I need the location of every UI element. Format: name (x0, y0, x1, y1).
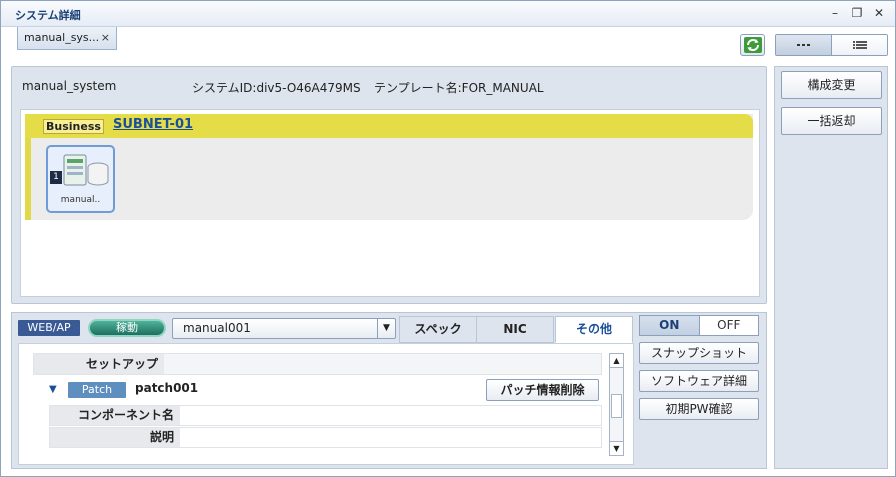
tab-spec[interactable]: スペック (399, 316, 477, 343)
subnet-header: Business SUBNET-01 (25, 114, 753, 138)
system-id: システムID:div5-O46A479MS (192, 81, 361, 95)
subnet-area: Business SUBNET-01 1 manual.. (25, 114, 753, 220)
power-toggle: ON OFF (639, 315, 759, 336)
patch-name: patch001 (135, 381, 199, 395)
software-detail-button[interactable]: ソフトウェア詳細 (639, 370, 759, 392)
component-label: コンポーネント名 (50, 406, 180, 425)
config-change-button[interactable]: 構成変更 (781, 71, 882, 99)
server-node[interactable]: 1 manual.. (46, 145, 115, 213)
list-view-button[interactable] (832, 35, 887, 55)
bulk-return-button[interactable]: 一括返却 (781, 107, 882, 135)
patch-badge: Patch (68, 382, 126, 398)
dots-view-button[interactable] (776, 35, 832, 55)
delete-patch-button[interactable]: パッチ情報削除 (486, 379, 599, 401)
power-off-button[interactable]: OFF (699, 316, 758, 335)
list-view-icon (852, 41, 867, 49)
scroll-thumb[interactable] (611, 394, 622, 418)
description-row: 説明 (49, 427, 602, 448)
snapshot-button[interactable]: スナップショット (639, 342, 759, 364)
power-on-button[interactable]: ON (640, 316, 700, 335)
vm-select-value: manual001 (183, 321, 251, 335)
scroll-down-icon[interactable]: ▼ (610, 441, 623, 455)
initial-pw-button[interactable]: 初期PW確認 (639, 398, 759, 420)
side-action-panel: 構成変更 一括返却 (774, 66, 888, 469)
server-number: 1 (50, 171, 62, 184)
server-label: manual.. (60, 195, 101, 205)
server-detail-panel: WEB/AP 稼動 manual001 ▼ スペック NIC その他 セットアッ… (11, 312, 767, 469)
server-icon (63, 154, 109, 186)
window-controls: – ❐ ✕ (827, 5, 887, 21)
tab-close-icon[interactable]: × (101, 31, 110, 45)
refresh-icon (744, 37, 762, 53)
vertical-scrollbar[interactable]: ▲ ▼ (609, 353, 624, 456)
window-title: システム詳細 (15, 9, 81, 22)
dots-view-icon (796, 44, 810, 46)
role-badge: WEB/AP (18, 320, 80, 336)
setup-row: セットアップ (33, 353, 602, 375)
close-icon[interactable]: ✕ (871, 5, 887, 21)
title-bar: システム詳細 – ❐ ✕ (1, 1, 895, 27)
system-detail-window: システム詳細 – ❐ ✕ manual_sys... × manual_syst… (0, 0, 896, 477)
tab-nic[interactable]: NIC (476, 316, 554, 343)
other-tab-content: セットアップ ▼ Patch patch001 パッチ情報削除 コンポーネント名… (18, 343, 634, 465)
view-toggle (775, 34, 888, 56)
collapse-triangle-icon[interactable]: ▼ (49, 384, 57, 395)
scroll-up-icon[interactable]: ▲ (610, 354, 623, 368)
status-badge: 稼動 (88, 319, 166, 337)
tab-manual-system[interactable]: manual_sys... × (17, 27, 117, 50)
business-badge: Business (43, 119, 104, 134)
minimize-icon[interactable]: – (827, 5, 843, 21)
template-name: テンプレート名:FOR_MANUAL (374, 81, 544, 95)
setup-label: セットアップ (34, 354, 164, 374)
refresh-button[interactable] (740, 34, 765, 56)
description-label: 説明 (50, 428, 180, 447)
chevron-down-icon[interactable]: ▼ (377, 319, 395, 338)
system-overview-panel: manual_system システムID:div5-O46A479MS テンプレ… (11, 66, 767, 304)
vm-select[interactable]: manual001 ▼ (172, 318, 396, 339)
system-name: manual_system (22, 79, 117, 93)
component-row: コンポーネント名 (49, 405, 602, 426)
tab-other[interactable]: その他 (555, 316, 633, 343)
tab-label: manual_sys... (24, 31, 100, 44)
topology-canvas: Business SUBNET-01 1 manual.. (20, 109, 760, 297)
restore-icon[interactable]: ❐ (849, 5, 865, 21)
subnet-link[interactable]: SUBNET-01 (113, 117, 193, 132)
